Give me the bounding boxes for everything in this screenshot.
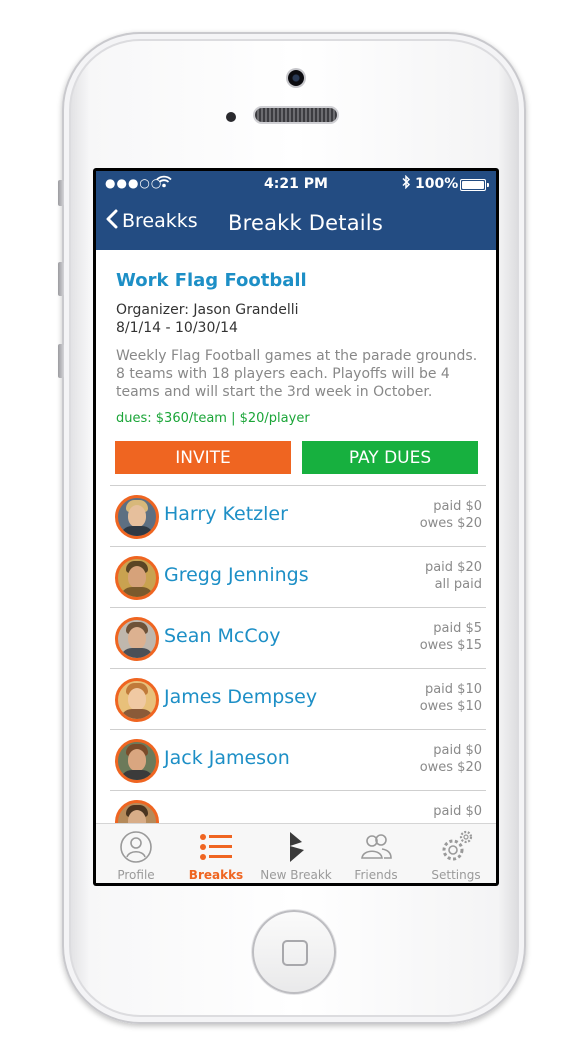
- member-row[interactable]: paid $0: [110, 790, 486, 825]
- member-owes: all paid: [434, 577, 482, 592]
- phone-screen: ●●●○○ 4:21 PM 100% Breakks Breakk Detail…: [93, 168, 499, 886]
- app-view: ●●●○○ 4:21 PM 100% Breakks Breakk Detail…: [96, 171, 496, 883]
- tab-label: Breakks: [188, 868, 244, 882]
- member-name[interactable]: Jack Jameson: [164, 747, 290, 769]
- event-dues: dues: $360/team | $20/player: [116, 411, 310, 426]
- avatar: [115, 678, 159, 722]
- tab-label: New Breakk: [260, 868, 332, 882]
- member-paid: paid $20: [424, 560, 482, 575]
- back-button-label: Breakks: [122, 210, 198, 232]
- member-row[interactable]: Sean McCoy paid $5 owes $15: [110, 607, 486, 668]
- avatar: [115, 739, 159, 783]
- mute-switch: [58, 180, 64, 206]
- profile-icon: [118, 830, 154, 864]
- event-description: Weekly Flag Football games at the parade…: [116, 348, 478, 400]
- earpiece-speaker: [255, 108, 337, 122]
- battery-percentage: 100%: [415, 176, 459, 192]
- home-square-icon: [282, 940, 308, 966]
- member-paid: paid $5: [433, 621, 482, 636]
- volume-down-button: [58, 344, 64, 378]
- list-icon: [198, 830, 234, 864]
- member-owes: owes $10: [419, 699, 482, 714]
- member-name[interactable]: Sean McCoy: [164, 625, 280, 647]
- home-button[interactable]: [252, 910, 336, 994]
- member-list[interactable]: Harry Ketzler paid $0 owes $20 Gregg Jen…: [110, 485, 486, 825]
- avatar: [115, 800, 159, 825]
- member-name[interactable]: James Dempsey: [164, 686, 317, 708]
- member-paid: paid $0: [433, 499, 482, 514]
- tab-label: Friends: [354, 868, 398, 882]
- member-paid: paid $0: [433, 804, 482, 819]
- tab-friends[interactable]: Friends: [336, 824, 416, 883]
- member-owes: owes $15: [419, 638, 482, 653]
- member-dues-status: paid $0: [433, 803, 482, 820]
- event-title: Work Flag Football: [116, 270, 307, 291]
- member-owes: owes $20: [419, 516, 482, 531]
- status-bar: ●●●○○ 4:21 PM 100%: [96, 171, 496, 197]
- settings-icon: [438, 830, 474, 864]
- member-row[interactable]: Jack Jameson paid $0 owes $20: [110, 729, 486, 790]
- proximity-sensor: [226, 112, 236, 122]
- pay-dues-button[interactable]: PAY DUES: [302, 441, 478, 474]
- member-dues-status: paid $10 owes $10: [420, 681, 482, 715]
- avatar: [115, 556, 159, 600]
- member-row[interactable]: Harry Ketzler paid $0 owes $20: [110, 485, 486, 546]
- back-button[interactable]: Breakks: [106, 209, 198, 233]
- tab-profile[interactable]: Profile: [96, 824, 176, 883]
- tab-settings[interactable]: Settings: [416, 824, 496, 883]
- volume-up-button: [58, 262, 64, 296]
- avatar: [115, 495, 159, 539]
- event-organizer: Organizer: Jason Grandelli: [116, 302, 299, 318]
- chevron-left-icon: [106, 209, 118, 233]
- bluetooth-icon: [401, 174, 411, 193]
- invite-button[interactable]: INVITE: [115, 441, 291, 474]
- member-dues-status: paid $20 all paid: [425, 559, 482, 593]
- new-breakk-icon: [278, 830, 314, 864]
- member-paid: paid $10: [424, 682, 482, 697]
- front-camera: [288, 70, 304, 86]
- app-header: ●●●○○ 4:21 PM 100% Breakks Breakk Detail…: [96, 171, 496, 250]
- member-owes: owes $20: [419, 760, 482, 775]
- member-name[interactable]: Gregg Jennings: [164, 564, 309, 586]
- member-paid: paid $0: [433, 743, 482, 758]
- tab-label: Profile: [117, 868, 155, 882]
- member-dues-status: paid $0 owes $20: [420, 498, 482, 532]
- tab-label: Settings: [431, 868, 481, 882]
- tab-breakks[interactable]: Breakks: [176, 824, 256, 883]
- page-title: Breakk Details: [228, 211, 383, 235]
- tab-new-breakk[interactable]: New Breakk: [256, 824, 336, 883]
- friends-icon: [358, 830, 394, 864]
- member-row[interactable]: Gregg Jennings paid $20 all paid: [110, 546, 486, 607]
- member-row[interactable]: James Dempsey paid $10 owes $10: [110, 668, 486, 729]
- nav-bar: Breakks Breakk Details: [96, 201, 496, 245]
- tab-bar: Profile Breakks New Breakk Friends Setti…: [96, 823, 496, 883]
- member-dues-status: paid $0 owes $20: [420, 742, 482, 776]
- member-name[interactable]: Harry Ketzler: [164, 503, 288, 525]
- avatar: [115, 617, 159, 661]
- event-details: Work Flag Football Organizer: Jason Gran…: [116, 270, 486, 426]
- battery-icon: [460, 179, 489, 191]
- member-dues-status: paid $5 owes $15: [420, 620, 482, 654]
- event-dates: 8/1/14 - 10/30/14: [116, 320, 238, 336]
